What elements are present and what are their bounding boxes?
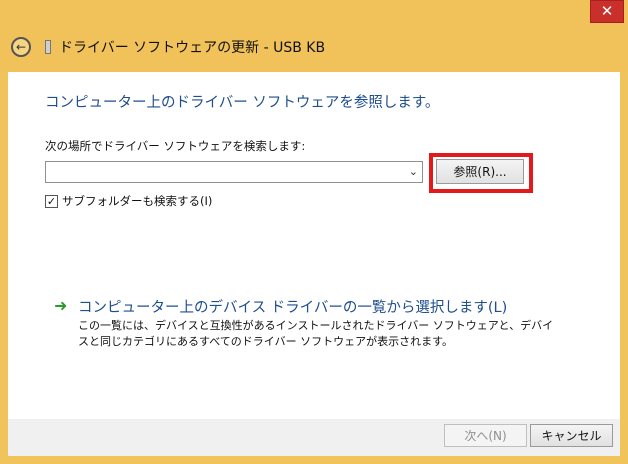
select-from-list-link[interactable]: コンピューター上のデバイス ドライバーの一覧から選択します(L) xyxy=(78,296,507,317)
search-path-combobox[interactable]: ⌄ xyxy=(45,161,423,183)
button-bar: 次へ(N) キャンセル xyxy=(8,419,620,456)
back-button[interactable]: ← xyxy=(11,37,31,57)
close-button[interactable]: ✕ xyxy=(590,0,624,23)
cancel-button[interactable]: キャンセル xyxy=(530,424,613,447)
window-title: ドライバー ソフトウェアの更新 - USB KB xyxy=(59,40,326,56)
next-button[interactable]: 次へ(N) xyxy=(444,424,527,447)
close-icon: ✕ xyxy=(600,2,614,20)
browse-button[interactable]: 参照(R)... xyxy=(436,159,524,184)
search-location-label: 次の場所でドライバー ソフトウェアを検索します: xyxy=(45,139,306,153)
include-subfolders-checkbox[interactable]: ✓ xyxy=(45,194,58,208)
page-heading: コンピューター上のドライバー ソフトウェアを参照します。 xyxy=(45,95,440,111)
wizard-content: コンピューター上のドライバー ソフトウェアを参照します。 次の場所でドライバー … xyxy=(8,72,620,419)
include-subfolders-label[interactable]: サブフォルダーも検索する(I) xyxy=(62,193,212,209)
green-arrow-icon[interactable]: ➜ xyxy=(54,298,70,314)
usb-device-icon xyxy=(45,40,51,54)
chevron-down-icon[interactable]: ⌄ xyxy=(409,165,418,178)
window-title-bar: ✕ ← ドライバー ソフトウェアの更新 - USB KB xyxy=(0,0,628,72)
select-from-list-description: この一覧には、デバイスと互換性があるインストールされたドライバー ソフトウェアと… xyxy=(78,319,554,348)
arrow-left-icon: ← xyxy=(15,40,27,54)
include-subfolders-option[interactable]: ✓ サブフォルダーも検索する(I) xyxy=(45,193,212,209)
